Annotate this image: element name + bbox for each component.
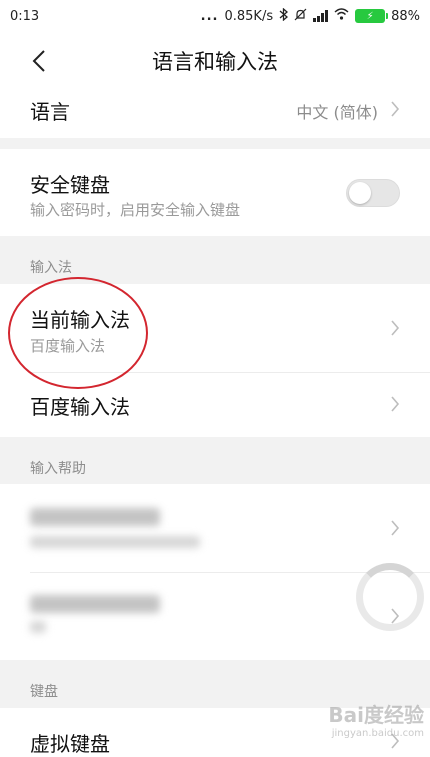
baidu-input-method-row[interactable]: 百度输入法 bbox=[0, 373, 430, 437]
watermark-url: jingyan.baidu.com bbox=[331, 728, 424, 739]
current-input-method-value: 百度输入法 bbox=[30, 337, 106, 355]
chevron-left-icon bbox=[32, 50, 45, 72]
chevron-right-icon bbox=[390, 319, 400, 337]
signal-icon bbox=[313, 10, 329, 22]
status-time: 0:13 bbox=[10, 8, 40, 24]
chevron-right-icon bbox=[390, 395, 400, 413]
baidu-input-method-label: 百度输入法 bbox=[30, 395, 130, 419]
secure-keyboard-toggle[interactable] bbox=[346, 179, 400, 207]
section-header-keyboard: 键盘 bbox=[30, 684, 58, 700]
section-header-input-help: 输入帮助 bbox=[30, 461, 86, 477]
virtual-keyboard-label: 虚拟键盘 bbox=[30, 732, 110, 756]
blurred-label bbox=[30, 508, 160, 526]
more-notifications-icon: ... bbox=[200, 8, 219, 24]
input-method-card: 当前输入法 百度输入法 百度输入法 bbox=[0, 284, 430, 437]
secure-keyboard-description: 输入密码时，启用安全输入键盘 bbox=[30, 201, 241, 219]
wifi-icon bbox=[334, 8, 349, 24]
blurred-label bbox=[30, 595, 160, 613]
page-title: 语言和输入法 bbox=[152, 50, 278, 74]
watermark-logo: Bai度经验 bbox=[328, 703, 424, 727]
battery-icon: ⚡ bbox=[355, 9, 389, 23]
section-header-input-method: 输入法 bbox=[30, 260, 72, 276]
secure-keyboard-label: 安全键盘 bbox=[30, 173, 110, 197]
language-card: 语言 中文 (简体) bbox=[0, 90, 430, 138]
language-row[interactable]: 语言 中文 (简体) bbox=[0, 90, 430, 130]
current-input-method-label: 当前输入法 bbox=[30, 308, 130, 332]
chevron-right-icon bbox=[390, 519, 400, 537]
status-bar: 0:13 ... 0.85K/s ⚡ 88% bbox=[0, 0, 430, 32]
blurred-sublabel bbox=[30, 621, 46, 633]
language-value: 中文 (简体) bbox=[296, 103, 378, 122]
secure-keyboard-card: 安全键盘 输入密码时，启用安全输入键盘 bbox=[0, 149, 430, 236]
watermark: Bai度经验 jingyan.baidu.com bbox=[328, 699, 424, 739]
battery-percent: 88% bbox=[391, 8, 420, 24]
toggle-knob bbox=[349, 182, 371, 204]
back-button[interactable] bbox=[24, 46, 54, 76]
current-input-method-row[interactable]: 当前输入法 百度输入法 bbox=[0, 284, 430, 372]
title-bar: 语言和输入法 bbox=[0, 32, 430, 90]
chevron-right-icon bbox=[390, 100, 400, 118]
silent-icon bbox=[294, 8, 307, 25]
bluetooth-icon bbox=[279, 7, 289, 25]
loading-spinner-icon bbox=[356, 563, 424, 631]
language-label: 语言 bbox=[30, 100, 70, 124]
status-icons: ... 0.85K/s ⚡ 88% bbox=[200, 7, 420, 25]
net-speed: 0.85K/s bbox=[224, 8, 274, 24]
input-help-row-blurred[interactable] bbox=[0, 484, 430, 572]
blurred-sublabel bbox=[30, 536, 200, 548]
